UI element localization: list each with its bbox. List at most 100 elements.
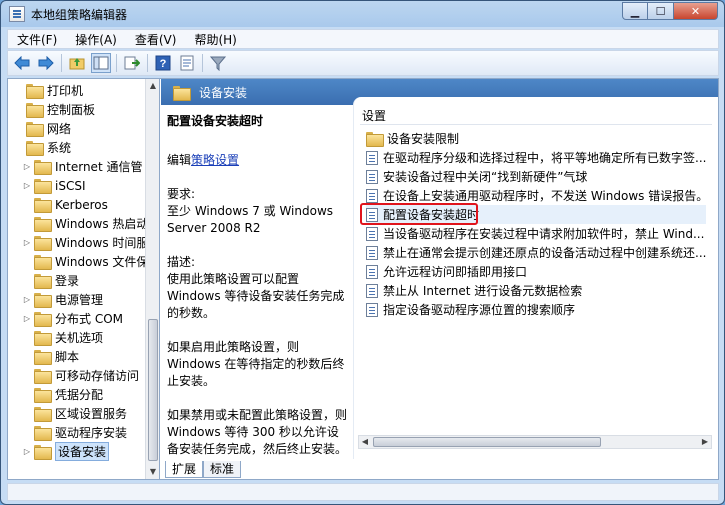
tree-item[interactable]: 登录 — [22, 271, 79, 290]
setting-row[interactable]: 禁止从 Internet 进行设备元数据检索 — [366, 281, 582, 300]
folder-icon — [34, 331, 52, 346]
menu-file[interactable]: 文件(F) — [8, 31, 66, 48]
expand-arrow-icon[interactable]: ▷ — [22, 295, 32, 304]
tree-item[interactable]: 可移动存储访问 — [22, 366, 139, 385]
policy-setting-icon — [366, 245, 378, 260]
properties-icon[interactable] — [177, 53, 197, 73]
policy-setting-icon — [366, 302, 378, 317]
folder-icon — [34, 350, 52, 365]
setting-row[interactable]: 指定设备驱动程序源位置的搜索顺序 — [366, 300, 575, 319]
description-title: 配置设备安装超时 — [167, 114, 264, 128]
scroll-down-icon[interactable]: ▼ — [146, 465, 159, 479]
tree-item[interactable]: 网络 — [14, 119, 71, 138]
tree-item[interactable]: Windows 文件保 — [22, 252, 146, 271]
tree-item-label: 驱动程序安装 — [55, 426, 128, 440]
folder-icon — [26, 84, 44, 99]
setting-label: 当设备驱动程序在安装过程中请求附加软件时，禁止 Wind... — [383, 227, 705, 241]
setting-row[interactable]: 允许远程访问即插即用接口 — [366, 262, 527, 281]
tree-vertical-scrollbar[interactable]: ▲ ▼ — [145, 79, 159, 479]
scroll-thumb[interactable] — [373, 437, 601, 447]
tree-item[interactable]: 控制面板 — [14, 100, 95, 119]
requirements: 要求: 至少 Windows 7 或 Windows Server 2008 R… — [167, 186, 347, 237]
settings-list: 设置 设备安装限制在驱动程序分级和选择过程中，将平等地确定所有已数字签... 安装… — [353, 97, 718, 459]
column-header-setting[interactable]: 设置 — [362, 107, 386, 124]
tab-extended[interactable]: 扩展 — [165, 461, 204, 478]
tab-standard[interactable]: 标准 — [203, 461, 242, 478]
forward-arrow-icon[interactable] — [36, 53, 56, 73]
setting-row[interactable]: 安装设备过程中关闭“找到新硬件”气球 — [366, 167, 587, 186]
setting-row[interactable]: 在驱动程序分级和选择过程中，将平等地确定所有已数字签... — [366, 148, 706, 167]
expand-arrow-icon[interactable]: ▷ — [22, 181, 32, 190]
setting-label: 安装设备过程中关闭“找到新硬件”气球 — [383, 170, 588, 184]
policy-setting-icon — [366, 283, 378, 298]
requirements-label: 要求: — [167, 187, 196, 201]
tree-item-label: iSCSI — [55, 178, 86, 193]
title-bar[interactable]: 本地组策略编辑器 ▁ ☐ ✕ — [1, 1, 724, 27]
setting-row[interactable]: 禁止在通常会提示创建还原点的设备活动过程中创建系统还... — [366, 243, 706, 262]
expand-arrow-icon[interactable]: ▷ — [22, 162, 32, 171]
export-icon[interactable] — [122, 53, 142, 73]
tree-item[interactable]: 脚本 — [22, 347, 79, 366]
description-label: 描述: — [167, 255, 196, 269]
tree-item[interactable]: 关机选项 — [22, 328, 103, 347]
expand-arrow-icon[interactable]: ▷ — [22, 447, 32, 456]
window-controls: ▁ ☐ ✕ — [622, 2, 718, 20]
policy-setting-icon — [366, 264, 378, 279]
policy-setting-icon — [366, 226, 378, 241]
settings-horizontal-scrollbar[interactable]: ◀ ▶ — [358, 435, 712, 449]
menu-action[interactable]: 操作(A) — [66, 31, 126, 48]
requirements-text: 至少 Windows 7 或 Windows Server 2008 R2 — [167, 204, 334, 235]
setting-row[interactable]: 设备安装限制 — [366, 129, 459, 148]
tree-item[interactable]: ▷ 分布式 COM — [22, 309, 123, 328]
tree-item[interactable]: ▷ Windows 时间服 — [22, 233, 146, 252]
expand-arrow-icon[interactable]: ▷ — [22, 314, 32, 323]
tree-item[interactable]: 系统 — [14, 138, 71, 157]
filter-icon[interactable] — [208, 53, 228, 73]
close-button[interactable]: ✕ — [674, 2, 718, 20]
policy-setting-icon — [366, 169, 378, 184]
tree-item[interactable]: Windows 热启动 — [22, 214, 146, 233]
setting-row[interactable]: 当设备驱动程序在安装过程中请求附加软件时，禁止 Wind... — [366, 224, 704, 243]
tree-item[interactable]: 凭据分配 — [22, 385, 103, 404]
tree-item[interactable]: ▷ iSCSI — [22, 176, 86, 195]
maximize-button[interactable]: ☐ — [648, 2, 674, 20]
setting-label: 在驱动程序分级和选择过程中，将平等地确定所有已数字签... — [383, 151, 707, 165]
tree-item-label: 区域设置服务 — [55, 407, 128, 421]
edit-prefix: 编辑 — [167, 153, 192, 167]
scroll-right-icon[interactable]: ▶ — [699, 436, 711, 448]
status-bar — [7, 483, 719, 501]
help-icon[interactable]: ? — [153, 53, 173, 73]
folder-icon — [34, 388, 52, 403]
edit-policy-link[interactable]: 策略设置 — [191, 153, 239, 167]
details-header-title: 设备安装 — [199, 85, 248, 100]
tree-item[interactable]: ▷ Internet 通信管 — [22, 157, 142, 176]
scroll-left-icon[interactable]: ◀ — [359, 436, 371, 448]
setting-label: 在设备上安装通用驱动程序时，不发送 Windows 错误报告。 — [383, 189, 709, 203]
folder-icon — [173, 85, 191, 101]
menu-help[interactable]: 帮助(H) — [185, 31, 245, 48]
expand-arrow-icon[interactable]: ▷ — [22, 238, 32, 247]
menu-bar: 文件(F) 操作(A) 查看(V) 帮助(H) — [7, 29, 719, 49]
edit-line: 编辑策略设置 — [167, 152, 347, 169]
menu-view[interactable]: 查看(V) — [126, 31, 186, 48]
show-tree-icon[interactable] — [91, 53, 111, 73]
toolbar: ? — [7, 50, 719, 76]
setting-label: 禁止在通常会提示创建还原点的设备活动过程中创建系统还... — [383, 246, 707, 260]
tree-item[interactable]: 打印机 — [14, 81, 83, 100]
tree-item[interactable]: 区域设置服务 — [22, 404, 127, 423]
tree-item[interactable]: 驱动程序安装 — [22, 423, 127, 442]
scroll-up-icon[interactable]: ▲ — [146, 79, 159, 93]
folder-icon — [34, 179, 52, 194]
tree-item-label: 分布式 COM — [55, 312, 123, 326]
up-folder-icon[interactable] — [67, 53, 87, 73]
disabled-text: 如果禁用或未配置此策略设置，则 Windows 等待 300 秒以允许设备安装任… — [167, 408, 348, 456]
tree-item[interactable]: ▷ 设备安装 — [22, 442, 110, 461]
tree-item[interactable]: ▷ 电源管理 — [22, 290, 103, 309]
back-arrow-icon[interactable] — [12, 53, 32, 73]
minimize-button[interactable]: ▁ — [622, 2, 648, 20]
setting-label: 禁止从 Internet 进行设备元数据检索 — [383, 284, 583, 298]
folder-icon — [34, 160, 52, 175]
tree-item[interactable]: Kerberos — [22, 195, 108, 214]
scroll-thumb[interactable] — [148, 319, 158, 461]
folder-icon — [34, 445, 52, 460]
